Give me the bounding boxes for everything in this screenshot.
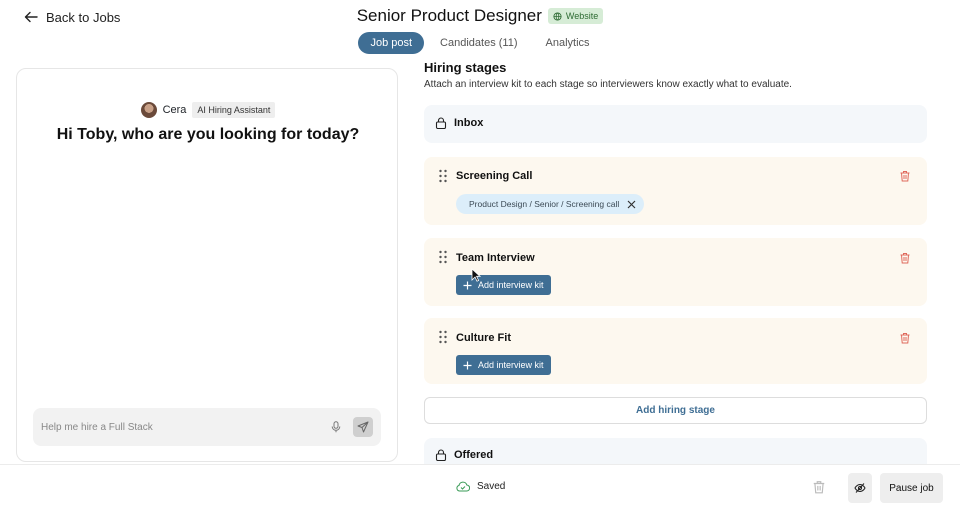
plus-icon [463, 361, 472, 369]
lock-icon [435, 117, 447, 129]
stage-screening-call: Screening Call Product Design / Senior /… [424, 157, 927, 225]
drag-handle-icon[interactable] [438, 250, 448, 264]
drag-handle-icon[interactable] [438, 169, 448, 183]
stage-label: Inbox [454, 117, 484, 129]
add-kit-label: Add interview kit [478, 280, 544, 290]
badge-label: Website [565, 11, 599, 21]
saved-label: Saved [477, 481, 506, 492]
chat-input[interactable] [41, 421, 327, 433]
stage-label: Team Interview [456, 252, 535, 264]
stage-inbox: Inbox [424, 105, 927, 143]
microphone-icon [331, 421, 341, 433]
trash-icon[interactable] [899, 252, 911, 264]
trash-icon[interactable] [899, 170, 911, 182]
send-button[interactable] [353, 417, 373, 437]
kit-chip-label: Product Design / Senior / Screening call [469, 199, 620, 209]
microphone-button[interactable] [327, 418, 345, 436]
trash-icon[interactable] [899, 332, 911, 344]
stage-label: Culture Fit [456, 332, 511, 344]
tab-candidates[interactable]: Candidates (11) [428, 32, 529, 54]
pause-job-button[interactable]: Pause job [880, 473, 943, 503]
hiring-stages-heading: Hiring stages [424, 60, 507, 75]
tab-job-post[interactable]: Job post [358, 32, 425, 54]
stage-culture-fit: Culture Fit Add interview kit [424, 318, 927, 384]
close-icon[interactable] [627, 200, 636, 209]
interview-kit-chip[interactable]: Product Design / Senior / Screening call [456, 194, 645, 214]
trash-icon[interactable] [812, 480, 826, 494]
hiring-stages-description: Attach an interview kit to each stage so… [424, 79, 792, 90]
footer-bar: Saved Pause job [0, 464, 960, 509]
hide-job-button[interactable] [848, 473, 872, 503]
add-kit-label: Add interview kit [478, 360, 544, 370]
avatar [140, 102, 157, 118]
add-hiring-stage-button[interactable]: Add hiring stage [424, 397, 927, 424]
save-status: Saved [456, 481, 505, 492]
website-badge: Website [547, 8, 604, 24]
tab-analytics[interactable]: Analytics [534, 32, 602, 54]
chat-input-bar [33, 408, 381, 446]
job-header: Senior Product Designer Website [0, 6, 960, 26]
stage-label: Screening Call [456, 170, 533, 182]
lock-icon [435, 449, 447, 461]
assistant-identity: Cera AI Hiring Assistant [17, 102, 399, 118]
cloud-check-icon [456, 481, 470, 492]
mouse-cursor-icon [471, 268, 481, 282]
drag-handle-icon[interactable] [438, 330, 448, 344]
stage-team-interview: Team Interview Add interview kit [424, 238, 927, 306]
eye-off-icon [854, 483, 866, 493]
tab-bar: Job post Candidates (11) Analytics [0, 32, 960, 54]
assistant-name: Cera [162, 104, 187, 116]
assistant-role-chip: AI Hiring Assistant [192, 102, 276, 118]
send-icon [357, 421, 369, 433]
globe-icon [553, 11, 562, 21]
add-interview-kit-button[interactable]: Add interview kit [456, 355, 551, 375]
job-title: Senior Product Designer [356, 6, 542, 25]
ai-assistant-panel: Cera AI Hiring Assistant Hi Toby, who ar… [16, 68, 398, 462]
greeting-heading: Hi Toby, who are you looking for today? [56, 126, 360, 143]
stage-label: Offered [454, 449, 494, 461]
